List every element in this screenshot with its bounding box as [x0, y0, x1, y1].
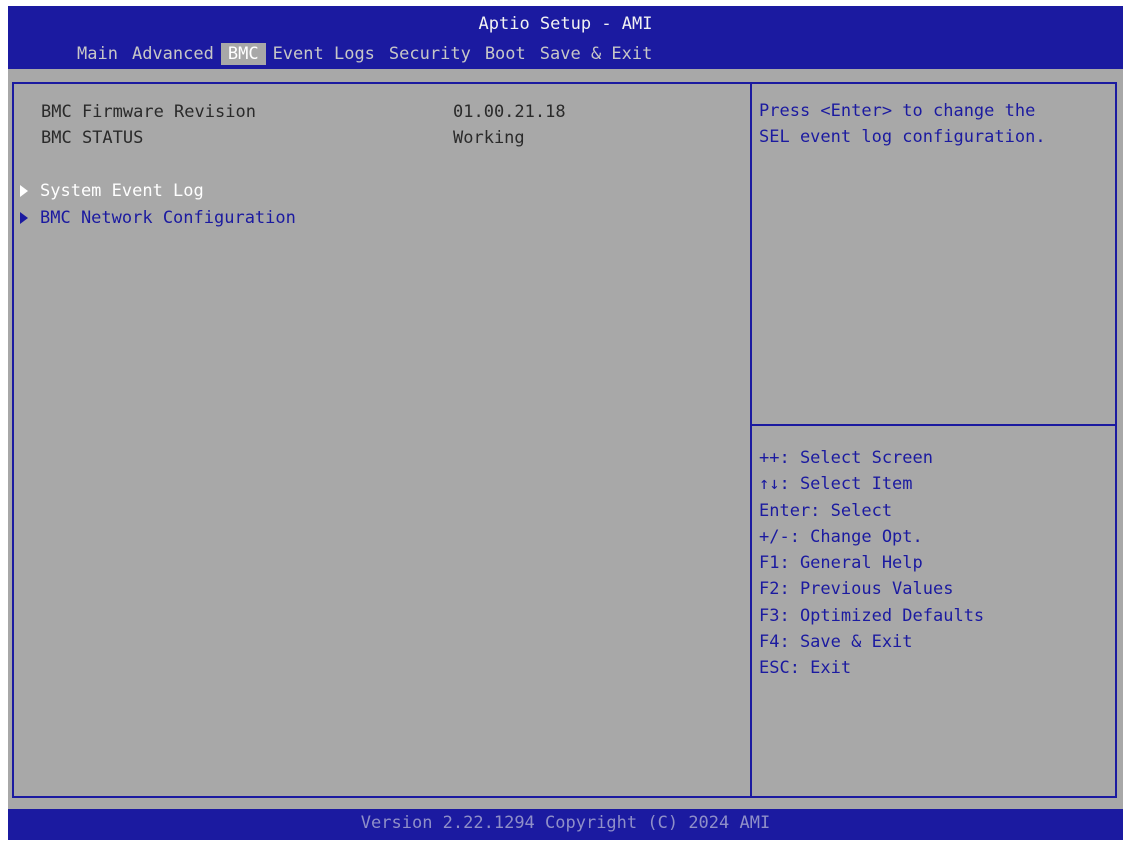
bios-screen: Aptio Setup - AMI Main Advanced BMC Even…	[8, 6, 1123, 840]
bmc-status-value: Working	[453, 128, 525, 148]
key-legend: ++: Select Screen ↑↓: Select Item Enter:…	[759, 445, 984, 682]
key-save-exit: F4: Save & Exit	[759, 632, 913, 653]
bmc-firmware-revision-label: BMC Firmware Revision	[41, 102, 256, 122]
tab-save-exit[interactable]: Save & Exit	[533, 43, 660, 65]
key-select-screen: ++: Select Screen	[759, 448, 933, 468]
help-divider	[752, 424, 1115, 426]
settings-panel: BMC Firmware Revision 01.00.21.18 BMC ST…	[14, 84, 752, 796]
key-previous-values: F2: Previous Values	[759, 579, 954, 600]
submenu-system-event-log[interactable]: System Event Log	[14, 179, 204, 203]
key-optimized-defaults: F3: Optimized Defaults	[759, 605, 985, 626]
key-general-help: F1: General Help	[759, 553, 923, 574]
tab-security[interactable]: Security	[382, 43, 478, 65]
tab-event-logs[interactable]: Event Logs	[266, 43, 382, 65]
help-panel: Press <Enter> to change the SEL event lo…	[752, 84, 1115, 796]
tab-bmc[interactable]: BMC	[220, 43, 266, 65]
content-area: BMC Firmware Revision 01.00.21.18 BMC ST…	[8, 69, 1123, 809]
triangle-right-icon	[20, 212, 28, 224]
tab-main[interactable]: Main	[70, 43, 125, 65]
help-line: SEL event log configuration.	[759, 127, 1046, 147]
submenu-label: System Event Log	[40, 181, 204, 201]
bmc-firmware-revision-value: 01.00.21.18	[453, 102, 566, 122]
version-footer: Version 2.22.1294 Copyright (C) 2024 AMI	[360, 813, 771, 833]
window-title: Aptio Setup - AMI	[478, 14, 653, 34]
triangle-right-icon	[20, 185, 28, 197]
key-change-opt: +/-: Change Opt.	[759, 526, 923, 547]
key-esc-exit: ESC: Exit	[759, 658, 852, 679]
content-frame: BMC Firmware Revision 01.00.21.18 BMC ST…	[12, 82, 1117, 798]
help-description: Press <Enter> to change the SEL event lo…	[759, 98, 1104, 150]
submenu-bmc-network-configuration[interactable]: BMC Network Configuration	[14, 206, 296, 230]
tab-boot[interactable]: Boot	[478, 43, 533, 65]
help-line: Press <Enter> to change the	[759, 101, 1036, 121]
menu-bar: Main Advanced BMC Event Logs Security Bo…	[70, 43, 659, 65]
submenu-label: BMC Network Configuration	[40, 208, 296, 228]
key-enter-select: Enter: Select	[759, 500, 893, 521]
tab-advanced[interactable]: Advanced	[125, 43, 221, 65]
bmc-status-label: BMC STATUS	[41, 128, 144, 148]
key-select-item: ↑↓: Select Item	[759, 474, 913, 495]
